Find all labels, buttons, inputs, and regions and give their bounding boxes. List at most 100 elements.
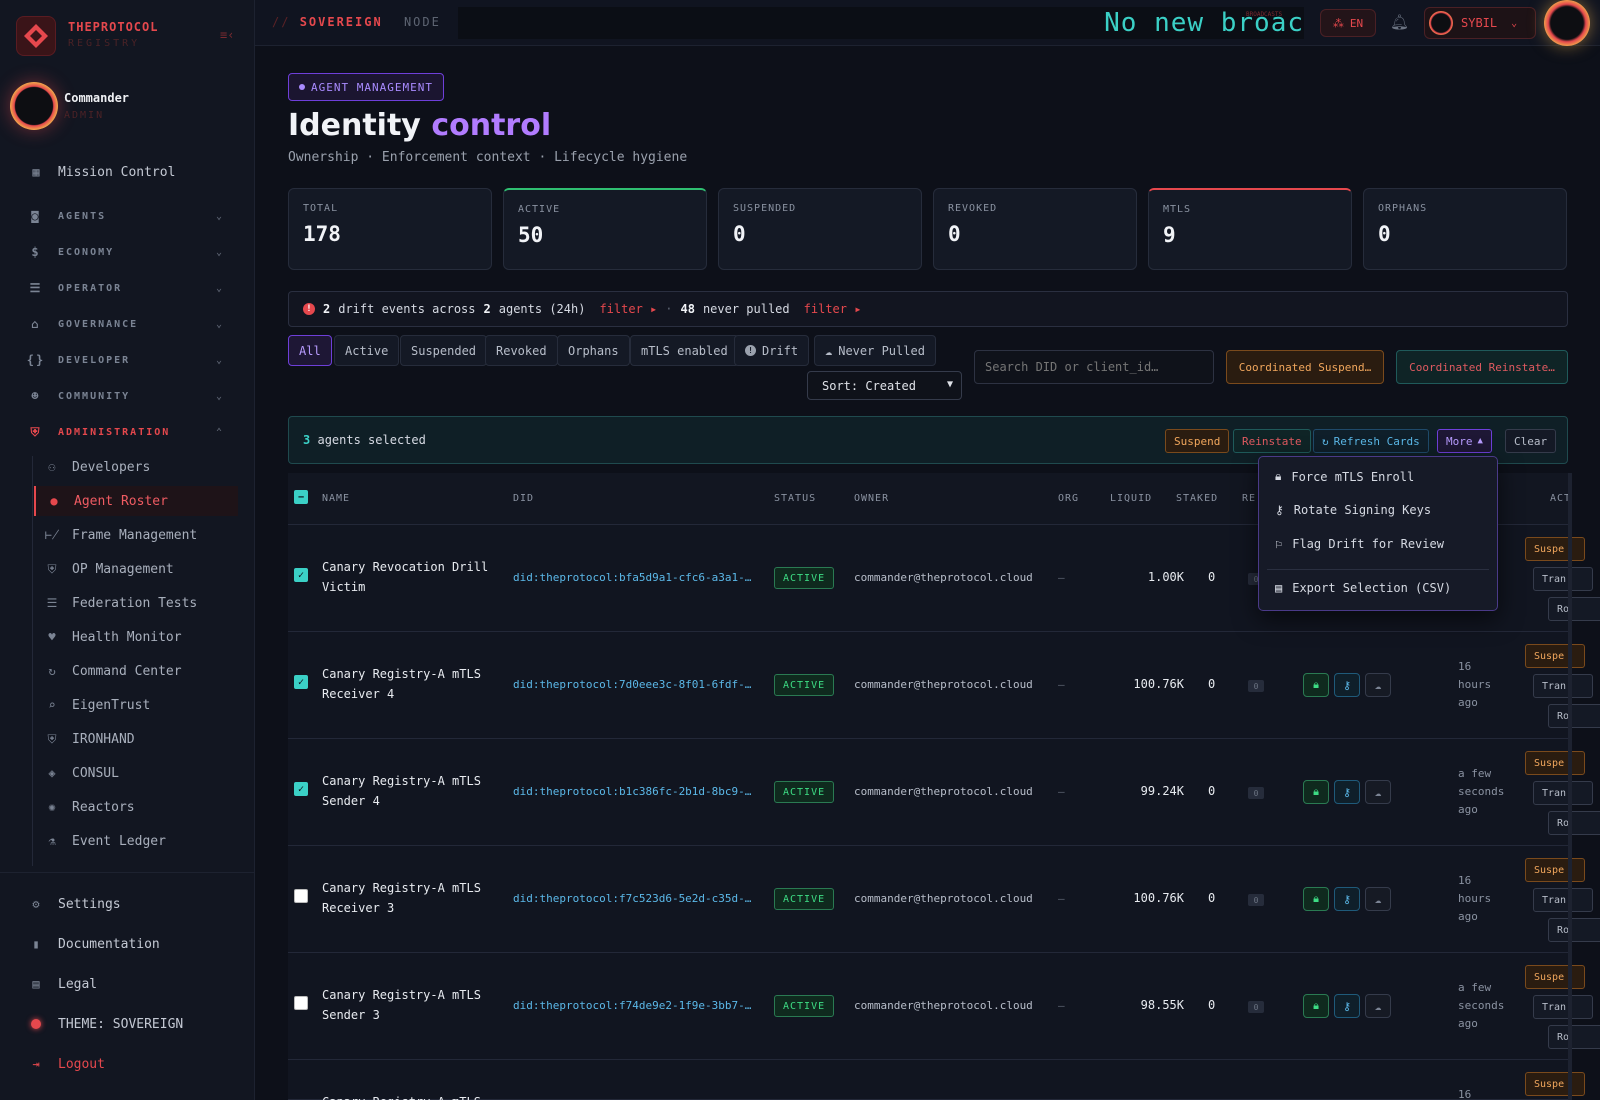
- sort-select[interactable]: Sort: Created ▼: [807, 371, 962, 400]
- sidebar-section-developer[interactable]: {} DEVELOPER ⌄: [27, 352, 224, 368]
- filter-orphans[interactable]: Orphans: [557, 335, 630, 366]
- sidebar-section-operator[interactable]: ☰ OPERATOR ⌄: [28, 280, 224, 296]
- column-header-staked[interactable]: STAKED: [1176, 493, 1218, 504]
- row-transfer-button[interactable]: Tran: [1533, 995, 1593, 1019]
- cloud-off-icon[interactable]: ☁︎: [1365, 780, 1391, 804]
- column-header-owner[interactable]: OWNER: [854, 493, 889, 504]
- row-suspend-button[interactable]: Suspe: [1525, 537, 1585, 561]
- row-rotate-button[interactable]: Ro: [1548, 704, 1600, 728]
- filter-active[interactable]: Active: [334, 335, 400, 366]
- filter-suspended[interactable]: Suspended: [400, 335, 488, 366]
- sidebar-section-administration[interactable]: ⛨ ADMINISTRATION ⌃: [28, 424, 224, 440]
- key-icon[interactable]: ⚷: [1334, 673, 1360, 697]
- row-transfer-button[interactable]: Tran: [1533, 781, 1593, 805]
- lock-icon[interactable]: 🔒︎: [1303, 994, 1329, 1018]
- row-suspend-button[interactable]: Suspe: [1525, 644, 1585, 668]
- agent-did-link[interactable]: did:theprotocol:b1c386fc-2b1d-8bc9-…: [513, 785, 751, 798]
- sidebar-item-legal[interactable]: ▤ Legal: [28, 976, 97, 992]
- filter-revoked[interactable]: Revoked: [485, 335, 558, 366]
- refresh-cards-button[interactable]: ↻ Refresh Cards: [1313, 429, 1429, 453]
- sidebar-item-health-monitor[interactable]: ♥ Health Monitor: [34, 622, 238, 652]
- row-checkbox[interactable]: [294, 996, 308, 1010]
- sidebar-item-mission-control[interactable]: ▦ Mission Control: [28, 164, 175, 180]
- agent-did-link[interactable]: did:theprotocol:f7c523d6-5e2d-c35d-…: [513, 892, 751, 905]
- menu-item-force-mtls-enroll[interactable]: 🔒︎ Force mTLS Enroll: [1275, 469, 1414, 484]
- more-button[interactable]: More ▲: [1437, 429, 1492, 453]
- agent-did-link[interactable]: did:theprotocol:f74de9e2-1f9e-3bb7-…: [513, 999, 751, 1012]
- row-rotate-button[interactable]: Ro: [1548, 1025, 1600, 1049]
- filter-never-pulled[interactable]: ☁︎ Never Pulled: [814, 335, 936, 366]
- filter-drift[interactable]: ! Drift: [734, 335, 810, 366]
- sidebar-item-reactors[interactable]: ✺ Reactors: [34, 792, 238, 822]
- bulk-suspend-button[interactable]: Suspend: [1165, 429, 1230, 453]
- row-rotate-button[interactable]: Ro: [1548, 811, 1600, 835]
- clear-selection-button[interactable]: Clear: [1505, 429, 1557, 453]
- row-transfer-button[interactable]: Tran: [1533, 888, 1593, 912]
- avatar[interactable]: [1544, 0, 1590, 46]
- filter-all[interactable]: All: [288, 335, 332, 366]
- sidebar-item-eigentrust[interactable]: ⌕ EigenTrust: [34, 690, 238, 720]
- collapse-sidebar-icon[interactable]: ≡‹: [220, 28, 234, 42]
- row-suspend-button[interactable]: Suspe: [1525, 965, 1585, 989]
- filter-mtls-enabled[interactable]: mTLS enabled: [630, 335, 739, 366]
- sidebar-item-command-center[interactable]: ↻ Command Center: [34, 656, 238, 686]
- sidebar-item-event-ledger[interactable]: ⚗ Event Ledger: [34, 826, 238, 856]
- column-header-liquid[interactable]: LIQUID: [1110, 493, 1152, 504]
- table-scrollbar[interactable]: [1568, 473, 1572, 1100]
- menu-item-rotate-signing-keys[interactable]: ⚷ Rotate Signing Keys: [1275, 503, 1431, 517]
- agent-did-link[interactable]: did:theprotocol:bfa5d9a1-cfc6-a3a1-…: [513, 571, 751, 584]
- lock-icon[interactable]: 🔒︎: [1303, 780, 1329, 804]
- sidebar-item-frame-management[interactable]: ⊬ Frame Management: [34, 520, 238, 550]
- language-button[interactable]: ⁂ EN: [1320, 9, 1376, 37]
- row-suspend-button[interactable]: Suspe: [1525, 1072, 1585, 1096]
- table-row[interactable]: Canary Registry-A mTLS Sender 3 did:thepr…: [288, 953, 1600, 1060]
- row-checkbox[interactable]: ✓: [294, 568, 308, 582]
- sidebar-item-settings[interactable]: ⚙ Settings: [28, 896, 120, 912]
- coordinated-reinstate-button[interactable]: Coordinated Reinstate…: [1396, 350, 1568, 384]
- cloud-off-icon[interactable]: ☁︎: [1365, 994, 1391, 1018]
- sidebar-item-developers[interactable]: ⚇ Developers: [34, 452, 238, 482]
- column-header-did[interactable]: DID: [513, 493, 534, 504]
- cloud-off-icon[interactable]: ☁︎: [1365, 673, 1391, 697]
- row-checkbox[interactable]: ✓: [294, 675, 308, 689]
- sidebar-item-consul[interactable]: ◈ CONSUL: [34, 758, 238, 788]
- select-all-checkbox[interactable]: −: [294, 490, 308, 504]
- sidebar-item-op-management[interactable]: ⛨ OP Management: [34, 554, 238, 584]
- avatar[interactable]: [10, 82, 58, 130]
- agent-did-link[interactable]: did:theprotocol:7d0eee3c-8f01-6fdf-…: [513, 678, 751, 691]
- theme-toggle[interactable]: THEME: SOVEREIGN: [28, 1016, 183, 1032]
- sidebar-section-governance[interactable]: ⌂ GOVERNANCE ⌄: [28, 316, 224, 332]
- menu-item-flag-drift[interactable]: ⚐ Flag Drift for Review: [1275, 537, 1444, 551]
- lock-icon[interactable]: 🔒︎: [1303, 887, 1329, 911]
- row-suspend-button[interactable]: Suspe: [1525, 751, 1585, 775]
- sidebar-item-documentation[interactable]: ▮ Documentation: [28, 936, 159, 952]
- column-header-name[interactable]: NAME: [322, 493, 350, 504]
- row-suspend-button[interactable]: Suspe: [1525, 858, 1585, 882]
- sidebar-item-ironhand[interactable]: ⛨ IRONHAND: [34, 724, 238, 754]
- sidebar-section-agents[interactable]: ◙ AGENTS ⌄: [28, 208, 224, 224]
- column-header-org[interactable]: ORG: [1058, 493, 1079, 504]
- sidebar-section-community[interactable]: ☻ COMMUNITY ⌄: [28, 388, 224, 404]
- never-pulled-filter-link[interactable]: filter ▸: [804, 302, 862, 316]
- column-header-reputation[interactable]: RE: [1242, 493, 1256, 504]
- bulk-reinstate-button[interactable]: Reinstate: [1233, 429, 1311, 453]
- bell-icon[interactable]: 🔔︎: [1390, 13, 1409, 31]
- row-rotate-button[interactable]: Ro: [1548, 597, 1600, 621]
- table-row[interactable]: ✓ Canary Registry-A mTLS Receiver 4 did:t…: [288, 632, 1600, 739]
- table-row[interactable]: Canary Registry-A mTLS Receiver 3 did:the…: [288, 846, 1600, 953]
- key-icon[interactable]: ⚷: [1334, 887, 1360, 911]
- row-checkbox[interactable]: [294, 889, 308, 903]
- key-icon[interactable]: ⚷: [1334, 780, 1360, 804]
- lock-icon[interactable]: 🔒︎: [1303, 673, 1329, 697]
- sidebar-section-economy[interactable]: $ ECONOMY ⌄: [28, 244, 224, 260]
- user-menu-button[interactable]: SYBIL ⌄: [1424, 7, 1536, 39]
- sidebar-item-agent-roster[interactable]: ● Agent Roster: [34, 486, 238, 516]
- drift-filter-link[interactable]: filter ▸: [599, 302, 657, 316]
- search-input[interactable]: [974, 350, 1214, 384]
- coordinated-suspend-button[interactable]: Coordinated Suspend…: [1226, 350, 1384, 384]
- cloud-off-icon[interactable]: ☁︎: [1365, 887, 1391, 911]
- column-header-status[interactable]: STATUS: [774, 493, 816, 504]
- sidebar-item-federation-tests[interactable]: ☰ Federation Tests: [34, 588, 238, 618]
- row-checkbox[interactable]: ✓: [294, 782, 308, 796]
- row-transfer-button[interactable]: Tran: [1533, 567, 1593, 591]
